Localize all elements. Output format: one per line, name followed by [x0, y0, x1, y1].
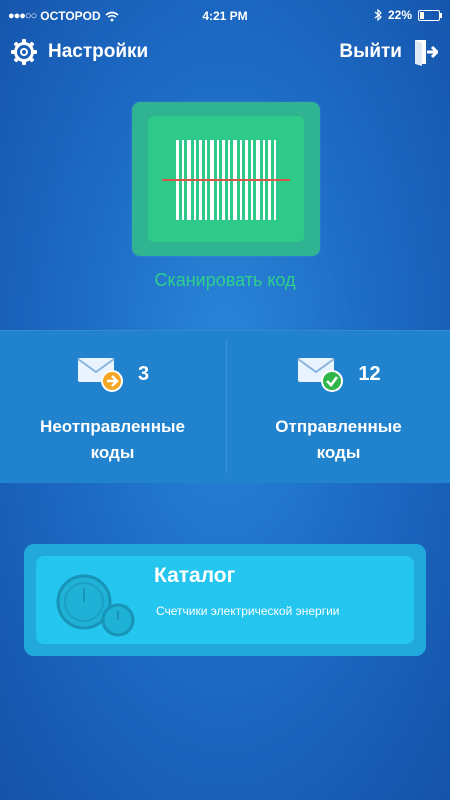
battery-percent: 22%	[387, 8, 412, 22]
sent-icon-row: 12	[226, 356, 450, 392]
settings-button[interactable]: Настройки	[10, 38, 148, 66]
envelope-arrow-icon	[77, 358, 123, 392]
unsent-label-line1: Неотправленные	[40, 417, 185, 436]
sent-label-line2: коды	[316, 443, 361, 462]
unsent-label-line2: коды	[90, 443, 135, 462]
scan-code-button[interactable]	[132, 102, 320, 256]
status-right: 22%	[374, 8, 442, 22]
scan-code-label[interactable]: Сканировать код	[0, 270, 450, 291]
envelope-check-icon	[297, 358, 344, 392]
exit-door-icon	[415, 40, 438, 66]
gear-icon	[11, 39, 37, 65]
logout-label: Выйти	[339, 41, 402, 62]
unsent-icon-row: 3	[0, 356, 225, 392]
logout-button[interactable]: Выйти	[339, 38, 438, 66]
battery-fill	[420, 11, 424, 19]
catalog-subtitle: Счетчики электрической энергии	[156, 604, 340, 618]
scan-code-panel	[148, 116, 304, 242]
catalog-button[interactable]: Каталог Счетчики электрической энергии	[24, 544, 426, 656]
top-navigation: Настройки Выйти	[0, 34, 450, 74]
bluetooth-icon	[374, 9, 382, 21]
meter-dials-icon	[56, 574, 135, 637]
scan-line	[162, 179, 290, 181]
sent-count: 12	[358, 362, 381, 385]
sent-codes-button[interactable]: 12 Отправленные коды	[226, 330, 450, 483]
unsent-codes-button[interactable]: 3 Неотправленные коды	[0, 330, 225, 483]
status-bar: ●●●○○ OCTOPOD 4:21 PM 22%	[0, 0, 450, 34]
sent-label-line1: Отправленные	[275, 417, 402, 436]
unsent-codes-label: Неотправленные коды	[0, 414, 225, 466]
battery-icon	[418, 9, 442, 21]
sent-codes-label: Отправленные коды	[226, 414, 450, 466]
barcode-icon	[162, 140, 290, 220]
catalog-title: Каталог	[154, 564, 236, 587]
codes-panel: 3 Неотправленные коды 12 Отправленные ко…	[0, 330, 450, 483]
unsent-count: 3	[137, 362, 150, 385]
settings-label: Настройки	[48, 41, 149, 62]
